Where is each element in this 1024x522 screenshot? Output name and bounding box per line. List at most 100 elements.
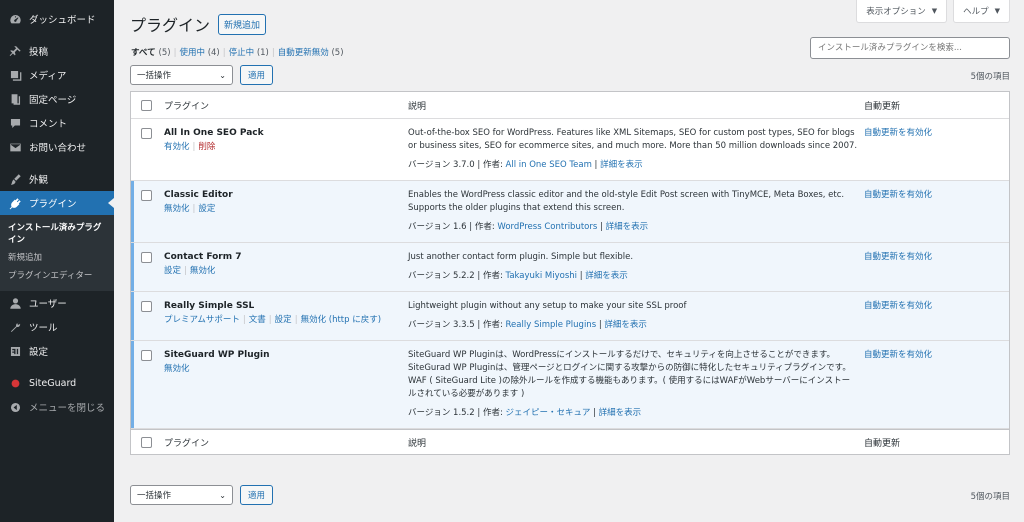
siteguard-icon [8,376,22,390]
filter-active-count: (4) [207,48,220,58]
chevron-down-icon: ⌄ [219,490,226,500]
menu-tools[interactable]: ツール [0,315,114,339]
deactivate-link[interactable]: 無効化 [164,204,190,214]
author-link[interactable]: WordPress Contributors [497,222,597,232]
bulk-action-label: 一括操作 [137,71,172,81]
menu-appearance[interactable]: 外観 [0,167,114,191]
menu-media[interactable]: メディア [0,63,114,87]
author-label: 作者: [482,408,503,418]
add-new-button[interactable]: 新規追加 [218,13,267,35]
tablenav-top: 一括操作 ⌄ 適用 [130,65,274,85]
help-button[interactable]: ヘルプ ▼ [953,0,1010,23]
deactivate-link[interactable]: 無効化 (http に戻す) [301,315,382,325]
filter-inactive[interactable]: 停止中 [229,48,255,58]
admin-sidebar: ダッシュボード 投稿 メディア 固定ページ コメント お問い合わせ 外観 プラグ… [0,0,114,522]
plugin-version: バージョン 3.7.0 [408,160,475,170]
bulk-action-select[interactable]: 一括操作 ⌄ [130,485,233,505]
main-content: 表示オプション ▼ ヘルプ ▼ プラグイン 新規追加 すべて (5) | 使用中 (… [114,0,1024,522]
enable-auto-update-link[interactable]: 自動更新を有効化 [864,190,932,200]
menu-plugins[interactable]: プラグイン [0,191,114,215]
plugin-version: バージョン 1.5.2 [408,408,475,418]
plugin-version: バージョン 3.3.5 [408,320,475,330]
collapse-icon [8,400,22,414]
row-checkbox[interactable] [140,190,152,201]
table-footer: プラグイン 説明 自動更新 [131,429,1009,454]
docs-link[interactable]: 文書 [249,315,266,325]
menu-label: 固定ページ [29,95,77,106]
menu-settings[interactable]: 設定 [0,339,114,363]
menu-collapse[interactable]: メニューを閉じる [0,395,114,419]
enable-auto-update-link[interactable]: 自動更新を有効化 [864,301,932,311]
pin-icon [8,44,22,58]
column-auto-update: 自動更新 [864,101,901,112]
select-all-checkbox[interactable] [140,99,152,111]
deactivate-link[interactable]: 無効化 [190,266,216,276]
menu-label: コメント [29,119,68,130]
menu-siteguard[interactable]: SiteGuard [0,371,114,395]
row-checkbox[interactable] [140,301,152,312]
filter-all[interactable]: すべて (5) [131,48,171,58]
submenu-add-new[interactable]: 新規追加 [0,249,114,267]
filter-auto-update-disabled[interactable]: 自動更新無効 [278,48,329,58]
apply-button[interactable]: 適用 [240,65,274,85]
apply-button[interactable]: 適用 [240,485,274,505]
details-link[interactable]: 詳細を表示 [600,160,643,170]
submenu-installed-plugins[interactable]: インストール済みプラグイン [0,219,114,249]
caret-down-icon: ▼ [931,7,938,15]
plugin-search-input[interactable] [810,37,1010,59]
table-row: Classic Editor 無効化 | 設定 Enables the WordPr… [131,181,1009,243]
details-link[interactable]: 詳細を表示 [599,408,642,418]
menu-comments[interactable]: コメント [0,111,114,135]
menu-label: メニューを閉じる [29,403,106,414]
settings-link[interactable]: 設定 [164,266,181,276]
plugin-name: Classic Editor [164,190,233,200]
menu-pages[interactable]: 固定ページ [0,87,114,111]
author-label: 作者: [482,160,503,170]
plugin-name: SiteGuard WP Plugin [164,350,270,360]
author-link[interactable]: Takayuki Miyoshi [506,271,577,281]
menu-label: 投稿 [29,47,49,58]
deactivate-link[interactable]: 無効化 [164,364,190,374]
table-row: All In One SEO Pack 有効化 | 削除 Out-of-the-bo… [131,119,1009,181]
menu-dashboard[interactable]: ダッシュボード [0,7,114,31]
bulk-action-label: 一括操作 [137,491,172,501]
tablenav-bottom: 一括操作 ⌄ 適用 [130,485,274,505]
bulk-action-select[interactable]: 一括操作 ⌄ [130,65,233,85]
details-link[interactable]: 詳細を表示 [585,271,628,281]
plugin-icon [8,196,22,210]
select-all-checkbox[interactable] [140,436,152,448]
details-link[interactable]: 詳細を表示 [604,320,647,330]
enable-auto-update-link[interactable]: 自動更新を有効化 [864,350,932,360]
author-link[interactable]: All in One SEO Team [506,160,592,170]
menu-users[interactable]: ユーザー [0,291,114,315]
user-icon [8,296,22,310]
submenu-plugin-editor[interactable]: プラグインエディター [0,267,114,285]
author-link[interactable]: Really Simple Plugins [506,320,597,330]
enable-auto-update-link[interactable]: 自動更新を有効化 [864,128,932,138]
plugin-description: Lightweight plugin without any setup to … [408,301,687,311]
filter-inactive-count: (1) [256,48,269,58]
menu-label: プラグイン [29,199,77,210]
menu-label: お問い合わせ [29,143,87,154]
enable-auto-update-link[interactable]: 自動更新を有効化 [864,252,932,262]
row-checkbox[interactable] [140,252,152,263]
row-checkbox[interactable] [140,128,152,139]
premium-support-link[interactable]: プレミアムサポート [164,315,240,325]
screen-options-button[interactable]: 表示オプション ▼ [856,0,948,23]
menu-label: 外観 [29,175,49,186]
menu-posts[interactable]: 投稿 [0,39,114,63]
delete-link[interactable]: 削除 [198,142,215,152]
details-link[interactable]: 詳細を表示 [606,222,649,232]
settings-link[interactable]: 設定 [275,315,292,325]
row-checkbox[interactable] [140,350,152,361]
menu-contact[interactable]: お問い合わせ [0,135,114,159]
item-count: 5個の項目 [970,492,1010,502]
plugin-version: バージョン 1.6 [408,222,467,232]
item-count: 5個の項目 [970,72,1010,82]
menu-label: SiteGuard [29,377,77,389]
column-plugin: プラグイン [164,101,210,112]
settings-link[interactable]: 設定 [198,204,215,214]
author-link[interactable]: ジェイピー・セキュア [506,408,591,418]
activate-link[interactable]: 有効化 [164,142,190,152]
filter-active[interactable]: 使用中 [179,48,205,58]
